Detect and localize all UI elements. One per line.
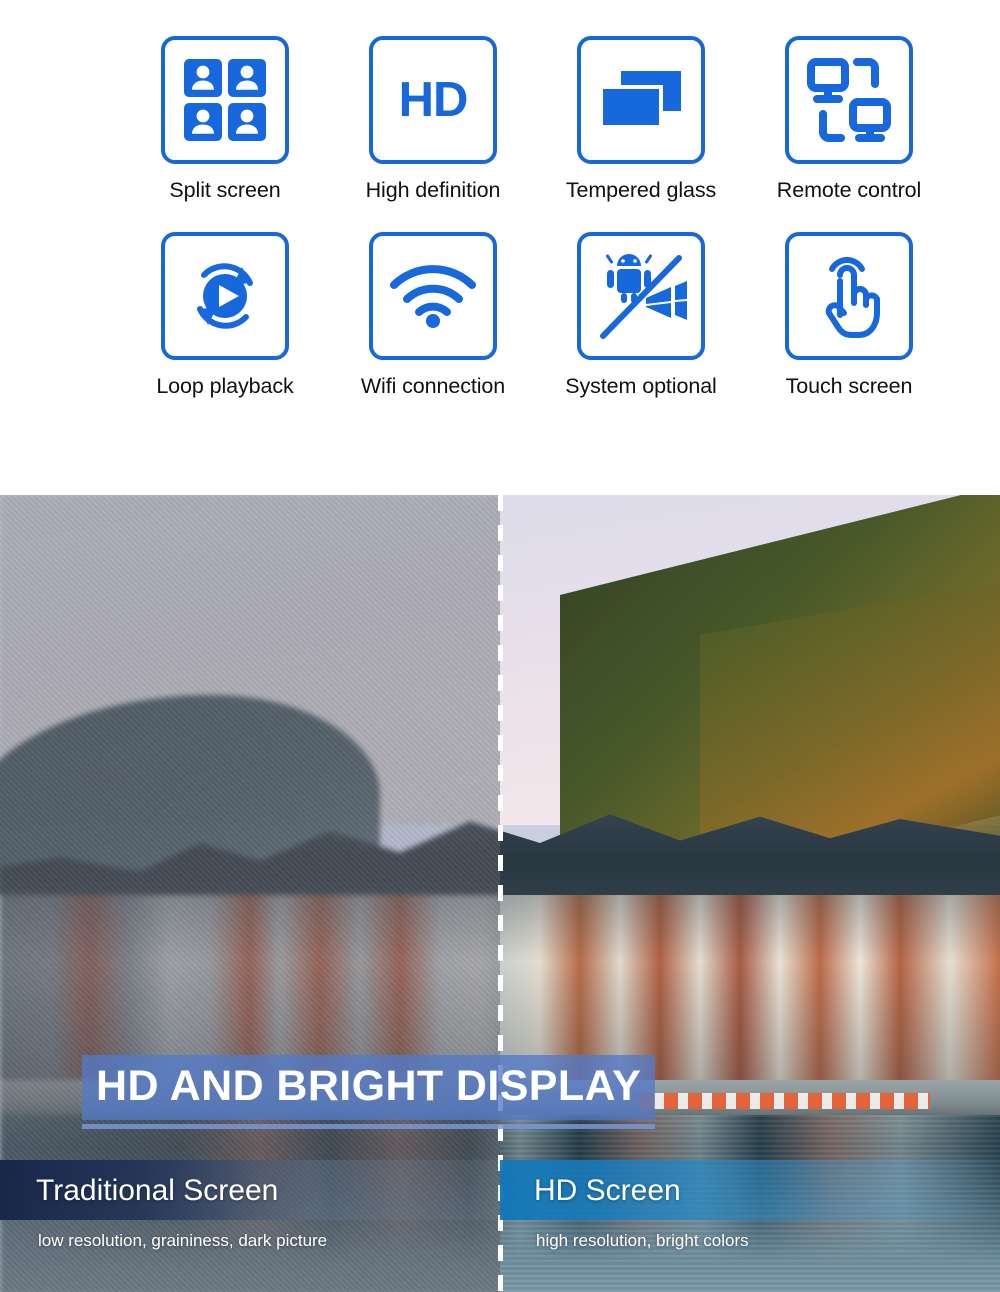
system-optional-icon (577, 231, 705, 360)
caption-subtitle: high resolution, bright colors (536, 1231, 749, 1250)
feature-split-screen[interactable]: Split screen (121, 36, 329, 202)
feature-row-1: Split screen HD High definition Tempered… (0, 36, 1000, 202)
hd-icon: HD (369, 36, 497, 164)
caption-subtitle: low resolution, graininess, dark picture (38, 1231, 328, 1250)
feature-high-definition[interactable]: HD High definition (329, 36, 537, 202)
feature-label: Wifi connection (360, 373, 506, 398)
hero-captions: Traditional Screen low resolution, grain… (0, 1160, 1000, 1292)
hd-icon-text: HD (398, 72, 469, 127)
feature-label: Tempered glass (565, 178, 717, 202)
split-screen-icon (161, 36, 289, 164)
loop-playback-icon (161, 231, 289, 360)
caption-title: HD Screen (534, 1174, 681, 1207)
hero-headline-group: HD AND BRIGHT DISPLAY (82, 1055, 656, 1129)
feature-tempered-glass[interactable]: Tempered glass (537, 36, 745, 202)
feature-grid: Split screen HD High definition Tempered… (0, 0, 1000, 495)
feature-label: High definition (365, 178, 501, 202)
feature-remote-control[interactable]: Remote control (745, 36, 953, 202)
caption-hd: HD Screen high resolution, bright colors (500, 1160, 1000, 1292)
remote-control-icon (785, 36, 913, 164)
feature-system-optional[interactable]: System optional (537, 231, 745, 398)
hero-headline: HD AND BRIGHT DISPLAY (82, 1055, 656, 1120)
feature-label: Remote control (776, 178, 922, 202)
caption-traditional: Traditional Screen low resolution, grain… (0, 1160, 500, 1292)
feature-label: Touch screen (785, 373, 913, 398)
caption-title: Traditional Screen (36, 1174, 279, 1207)
quay-barrier-layer (640, 1093, 930, 1109)
feature-loop-playback[interactable]: Loop playback (121, 231, 329, 398)
feature-row-2: Loop playback Wifi connection System opt… (0, 231, 1000, 398)
wifi-icon (369, 231, 497, 360)
feature-label: System optional (565, 373, 717, 398)
hero-comparison-image: HD AND BRIGHT DISPLAY Traditional Screen… (0, 495, 1000, 1292)
feature-label: Loop playback (156, 373, 294, 398)
hero-headline-underline (82, 1124, 656, 1129)
feature-wifi-connection[interactable]: Wifi connection (329, 231, 537, 398)
feature-touch-screen[interactable]: Touch screen (745, 231, 953, 398)
tempered-glass-icon (577, 36, 705, 164)
feature-label: Split screen (169, 178, 281, 202)
touch-screen-icon (785, 231, 913, 360)
